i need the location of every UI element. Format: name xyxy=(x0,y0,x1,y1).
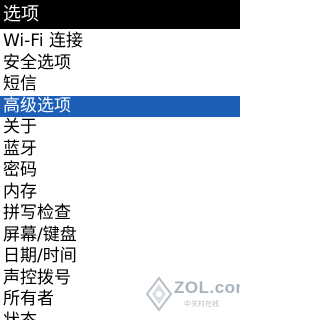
menu-item-spell-check[interactable]: 拼写检查 xyxy=(0,203,240,225)
menu-item-screen-keyboard[interactable]: 屏幕/键盘 xyxy=(0,225,240,247)
watermark-subtext: 中关村在线 xyxy=(184,300,219,308)
menu-item-date-time[interactable]: 日期/时间 xyxy=(0,246,240,268)
menu-item-password[interactable]: 密码 xyxy=(0,160,240,182)
menu-item-advanced-options[interactable]: 高级选项 xyxy=(0,95,240,117)
menu-item-security-options[interactable]: 安全选项 xyxy=(0,53,240,75)
zol-watermark: ZOL.com.cn 中关村在线 xyxy=(144,274,240,314)
menu-item-wifi[interactable]: Wi-Fi 连接 xyxy=(0,31,240,53)
menu-item-bluetooth[interactable]: 蓝牙 xyxy=(0,139,240,161)
options-screen: 选项 Wi-Fi 连接 安全选项 短信 高级选项 关于 蓝牙 密码 内存 拼写检… xyxy=(0,0,240,320)
menu-item-memory[interactable]: 内存 xyxy=(0,182,240,204)
watermark-text: ZOL.com.cn xyxy=(174,278,240,297)
menu-item-sms[interactable]: 短信 xyxy=(0,74,240,96)
zol-logo-icon xyxy=(145,276,173,312)
menu-item-about[interactable]: 关于 xyxy=(0,117,240,139)
page-title: 选项 xyxy=(0,0,240,29)
